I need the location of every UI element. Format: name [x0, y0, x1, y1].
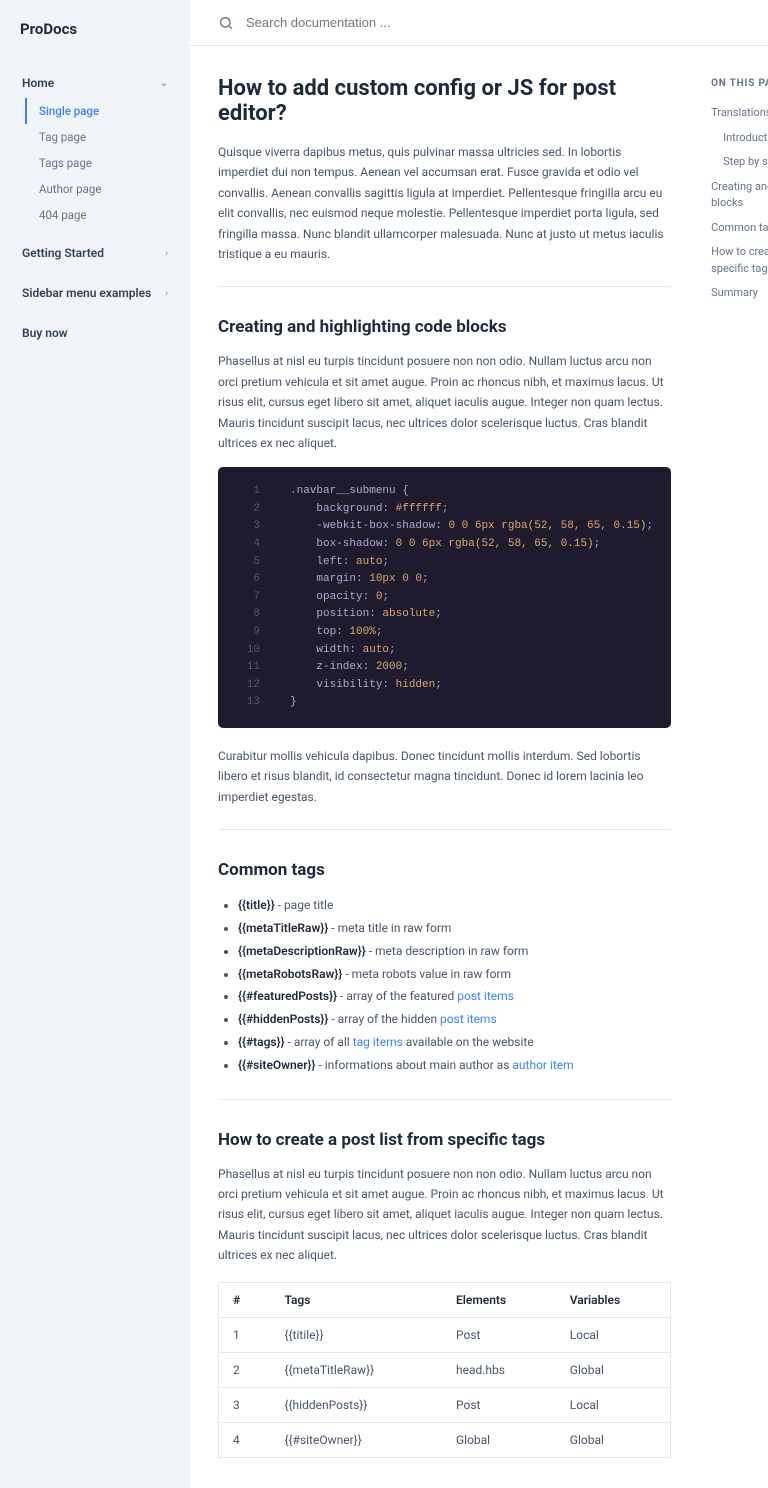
table-cell: {{#siteOwner}} [270, 1422, 442, 1457]
nav-section-home[interactable]: Home⌄ [10, 68, 180, 98]
inline-link[interactable]: post items [457, 989, 514, 1003]
topbar [190, 0, 768, 46]
tags-table: #TagsElementsVariables 1{{titile}}PostLo… [218, 1282, 671, 1458]
inline-link[interactable]: post items [440, 1012, 497, 1026]
inline-link[interactable]: tag items [353, 1035, 403, 1049]
chevron-right-icon: › [165, 248, 168, 259]
toc-link[interactable]: Creating and highlighting code blocks [711, 175, 768, 216]
table-cell: 1 [219, 1317, 271, 1352]
nav-section-buy-now[interactable]: Buy now [10, 318, 180, 348]
divider [218, 829, 671, 830]
chevron-right-icon: › [165, 288, 168, 299]
table-cell: {{titile}} [270, 1317, 442, 1352]
table-cell: {{metaTitleRaw}} [270, 1352, 442, 1387]
toc-link[interactable]: Summary [711, 281, 768, 306]
nav-item-single-page[interactable]: Single page [25, 98, 180, 124]
table-cell: Local [556, 1387, 671, 1422]
table-row: 2{{metaTitleRaw}}head.hbsGlobal [219, 1352, 671, 1387]
table-cell: {{hiddenPosts}} [270, 1387, 442, 1422]
divider [218, 286, 671, 287]
table-cell: Global [556, 1352, 671, 1387]
nav-item-author-page[interactable]: Author page [25, 176, 180, 202]
sidebar-nav: Home⌄Single pageTag pageTags pageAuthor … [0, 68, 190, 348]
tag-list-item: {{#hiddenPosts}} - array of the hidden p… [238, 1008, 671, 1031]
nav-section-sidebar-menu-examples[interactable]: Sidebar menu examples› [10, 278, 180, 308]
tag-list-item: {{#featuredPosts}} - array of the featur… [238, 985, 671, 1008]
section-text: Phasellus at nisl eu turpis tincidunt po… [218, 351, 671, 453]
table-header: Elements [442, 1282, 556, 1317]
section-text-after: Curabitur mollis vehicula dapibus. Donec… [218, 746, 671, 807]
tag-list-item: {{#siteOwner}} - informations about main… [238, 1054, 671, 1077]
table-cell: Post [442, 1317, 556, 1352]
section-heading-creating: Creating and highlighting code blocks [218, 317, 671, 337]
toc-link[interactable]: How to create a post list from specific … [711, 240, 768, 281]
table-header: # [219, 1282, 271, 1317]
table-row: 1{{titile}}PostLocal [219, 1317, 671, 1352]
toc-title: ON THIS PAGE [711, 78, 768, 89]
table-cell: Global [442, 1422, 556, 1457]
toc-link[interactable]: Introductions [711, 126, 768, 151]
section-heading-postlist: How to create a post list from specific … [218, 1130, 671, 1150]
brand-logo[interactable]: ProDocs [0, 20, 190, 58]
toc-link[interactable]: Step by step instructions [711, 150, 768, 175]
nav-item-tag-page[interactable]: Tag page [25, 124, 180, 150]
code-block: 1.navbar__submenu {2 background: #ffffff… [218, 467, 671, 728]
table-header: Tags [270, 1282, 442, 1317]
chevron-down-icon: ⌄ [160, 78, 168, 89]
table-header: Variables [556, 1282, 671, 1317]
table-row: 3{{hiddenPosts}}PostLocal [219, 1387, 671, 1422]
table-cell: 2 [219, 1352, 271, 1387]
toc-link[interactable]: Translations API [711, 101, 768, 126]
search-input[interactable] [246, 15, 546, 30]
search-icon [218, 15, 234, 31]
table-cell: head.hbs [442, 1352, 556, 1387]
tag-list: {{title}} - page title{{metaTitleRaw}} -… [218, 894, 671, 1076]
page-title: How to add custom config or JS for post … [218, 76, 671, 126]
nav-section-getting-started[interactable]: Getting Started› [10, 238, 180, 268]
nav-item-tags-page[interactable]: Tags page [25, 150, 180, 176]
table-cell: Post [442, 1387, 556, 1422]
divider [218, 1099, 671, 1100]
table-row: 4{{#siteOwner}}GlobalGlobal [219, 1422, 671, 1457]
sidebar: ProDocs Home⌄Single pageTag pageTags pag… [0, 0, 190, 1488]
tag-list-item: {{metaTitleRaw}} - meta title in raw for… [238, 917, 671, 940]
nav-item-404-page[interactable]: 404 page [25, 202, 180, 228]
table-cell: Global [556, 1422, 671, 1457]
table-of-contents: ON THIS PAGE Translations APIIntroductio… [711, 76, 768, 1458]
inline-link[interactable]: author item [512, 1058, 573, 1072]
section-heading-tags: Common tags [218, 860, 671, 880]
tag-list-item: {{title}} - page title [238, 894, 671, 917]
tag-list-item: {{#tags}} - array of all tag items avail… [238, 1031, 671, 1054]
section-text: Phasellus at nisl eu turpis tincidunt po… [218, 1164, 671, 1266]
table-cell: 3 [219, 1387, 271, 1422]
tag-list-item: {{metaDescriptionRaw}} - meta descriptio… [238, 940, 671, 963]
main-content: How to add custom config or JS for post … [218, 76, 671, 1458]
table-cell: Local [556, 1317, 671, 1352]
table-cell: 4 [219, 1422, 271, 1457]
intro-text: Quisque viverra dapibus metus, quis pulv… [218, 142, 671, 264]
toc-link[interactable]: Common tags [711, 216, 768, 241]
